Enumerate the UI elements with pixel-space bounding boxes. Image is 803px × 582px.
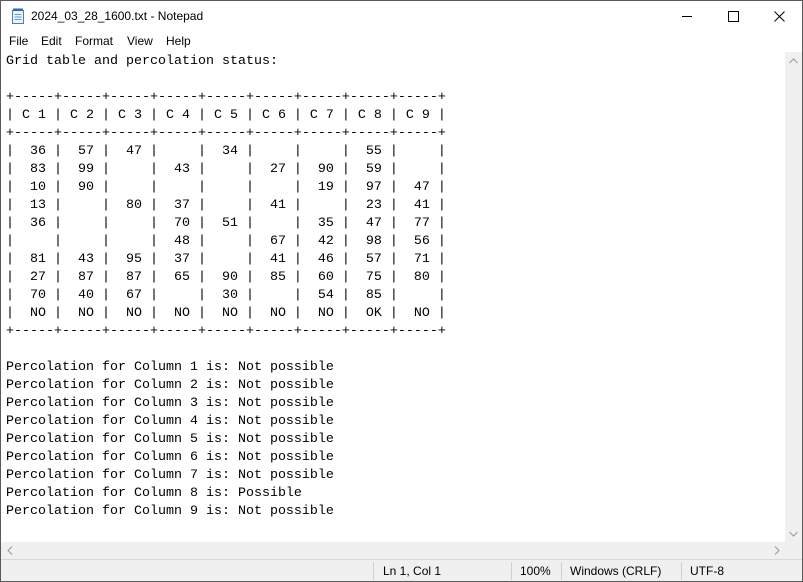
menu-bar: File Edit Format View Help — [1, 32, 802, 52]
status-divider — [681, 562, 682, 580]
notepad-icon — [11, 8, 25, 24]
maximize-icon — [727, 10, 739, 22]
menu-format[interactable]: Format — [75, 34, 113, 48]
maximize-button[interactable] — [710, 1, 756, 31]
status-divider — [561, 562, 562, 580]
menu-help[interactable]: Help — [166, 34, 191, 48]
status-divider — [373, 562, 374, 580]
notepad-window: 2024_03_28_1600.txt - Notepad File Edit … — [0, 0, 803, 582]
menu-file[interactable]: File — [9, 34, 28, 48]
scroll-left-icon[interactable] — [1, 542, 18, 559]
scroll-up-icon[interactable] — [785, 52, 802, 69]
title-bar[interactable]: 2024_03_28_1600.txt - Notepad — [1, 1, 802, 31]
menu-view[interactable]: View — [127, 34, 153, 48]
menu-edit[interactable]: Edit — [41, 34, 62, 48]
scrollbar-corner — [785, 542, 802, 559]
status-cursor-position: Ln 1, Col 1 — [383, 564, 442, 578]
scroll-right-icon[interactable] — [768, 542, 785, 559]
window-title: 2024_03_28_1600.txt - Notepad — [31, 9, 204, 23]
status-zoom: 100% — [520, 564, 551, 578]
status-bar: Ln 1, Col 1 100% Windows (CRLF) UTF-8 — [1, 559, 802, 581]
vertical-scrollbar[interactable] — [785, 52, 802, 542]
close-icon — [773, 10, 785, 22]
scroll-down-icon[interactable] — [785, 525, 802, 542]
text-editor[interactable]: Grid table and percolation status: +----… — [1, 52, 785, 542]
status-line-ending: Windows (CRLF) — [570, 564, 662, 578]
status-divider — [511, 562, 512, 580]
document-text[interactable]: Grid table and percolation status: +----… — [6, 53, 446, 521]
close-button[interactable] — [756, 1, 802, 31]
minimize-button[interactable] — [664, 1, 710, 31]
minimize-icon — [681, 11, 693, 22]
status-encoding: UTF-8 — [690, 564, 724, 578]
horizontal-scrollbar[interactable] — [1, 542, 785, 559]
